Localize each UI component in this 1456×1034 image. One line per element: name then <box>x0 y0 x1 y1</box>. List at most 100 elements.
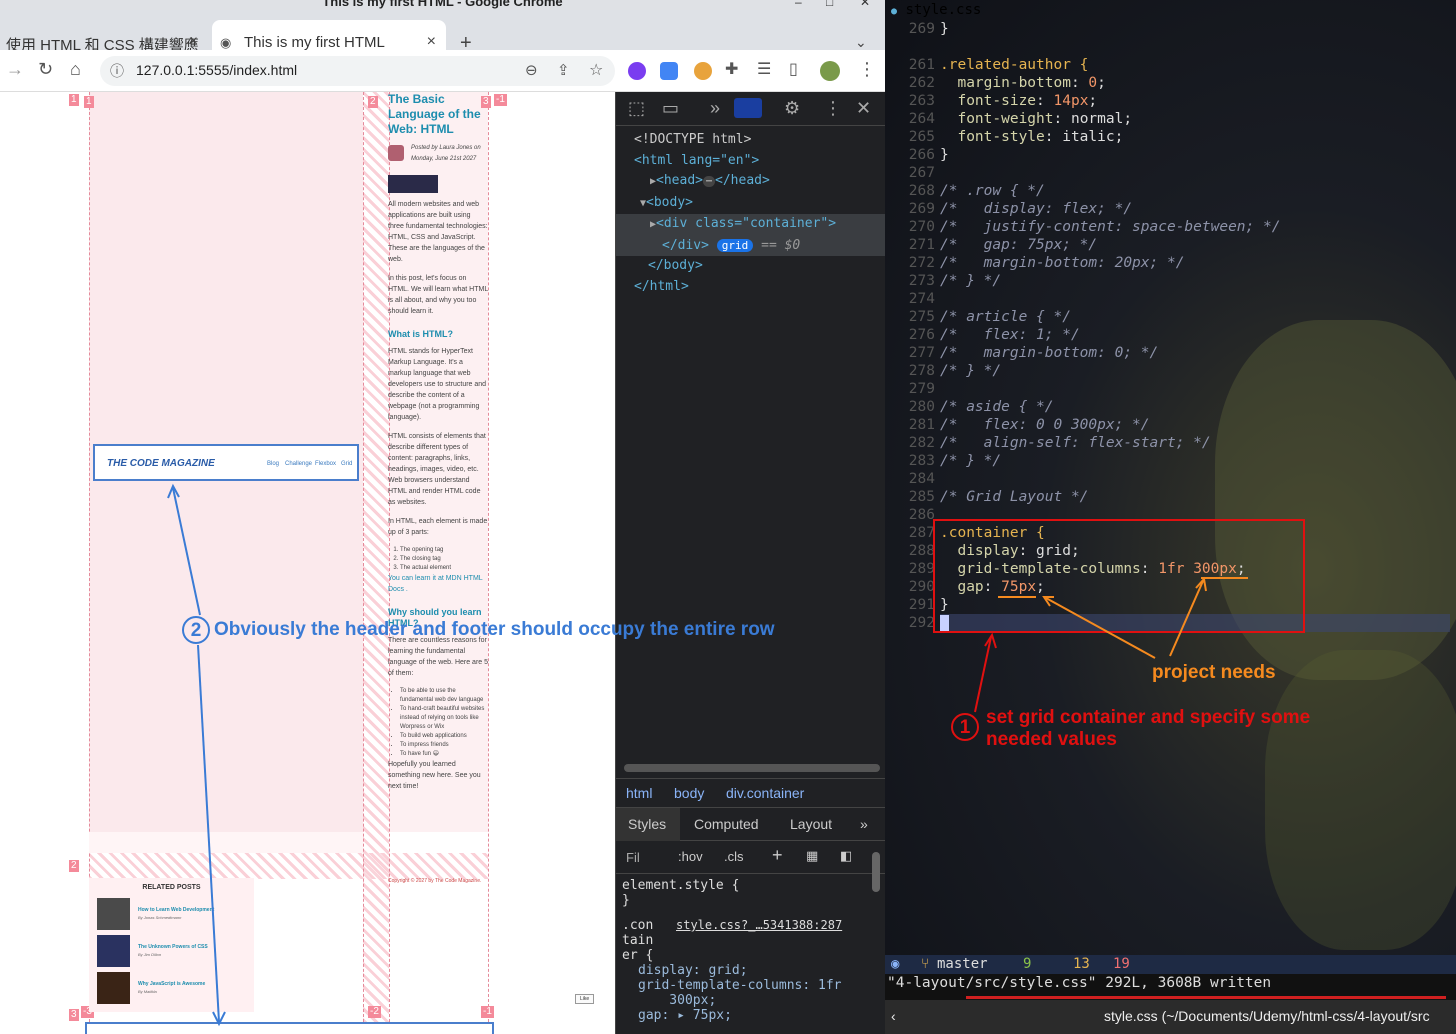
tab-search-chevron-icon[interactable]: ⌄ <box>855 34 867 51</box>
puzzle-icon[interactable]: ✚ <box>725 59 738 79</box>
code-line[interactable]: /* .row { */ <box>940 182 1045 200</box>
author-line: Posted by Laura Jones on Monday, June 21… <box>411 145 481 162</box>
code-line[interactable]: /* margin-bottom: 20px; */ <box>940 254 1184 272</box>
device-toggle-icon[interactable]: ▭ <box>662 98 679 119</box>
settings-gear-icon[interactable]: ⚙ <box>784 98 800 119</box>
tab-styles[interactable]: Styles <box>616 808 680 841</box>
dom-head[interactable]: ▶<head> ⋯ </head> <box>634 171 885 193</box>
mdn-link[interactable]: You can learn it at MDN HTML Docs . <box>388 573 488 595</box>
close-icon[interactable]: ✕ <box>856 98 871 119</box>
vertical-scrollbar[interactable] <box>872 852 880 892</box>
issues-icon[interactable] <box>734 98 762 118</box>
dom-doctype[interactable]: <!DOCTYPE html> <box>634 130 885 151</box>
back-chevron-icon[interactable]: ‹ <box>891 1008 896 1024</box>
post-thumbnail <box>97 935 130 967</box>
code-line[interactable]: /* Grid Layout */ <box>940 488 1088 506</box>
decl-display[interactable]: display: grid; <box>622 963 872 978</box>
zoom-icon[interactable]: ⊖ <box>525 61 538 79</box>
nav-link-challenge[interactable]: Challenge <box>285 461 312 467</box>
tab-more[interactable]: » <box>860 816 868 832</box>
kebab-menu-icon[interactable]: ⋮ <box>824 98 842 119</box>
code-line[interactable]: /* } */ <box>940 452 1001 470</box>
post-title[interactable]: The Unknown Powers of CSS <box>138 944 208 950</box>
code-line[interactable]: } <box>940 146 949 164</box>
paint-icon[interactable]: ▦ <box>806 848 818 864</box>
close-window-icon[interactable]: ✕ <box>860 0 870 9</box>
translate-icon[interactable] <box>660 62 678 80</box>
tab-computed[interactable]: Computed <box>694 816 759 832</box>
code-line[interactable]: /* } */ <box>940 272 1001 290</box>
crumb-body[interactable]: body <box>674 785 704 801</box>
close-tab-icon[interactable]: × <box>427 33 436 51</box>
close-tab-icon[interactable]: × <box>189 33 198 51</box>
grid-badge[interactable]: grid <box>716 238 754 252</box>
code-line[interactable]: /* } */ <box>940 362 1001 380</box>
media-icon[interactable]: ☰ <box>757 59 771 79</box>
related-post[interactable]: Why JavaScript is Awesome By Matilda <box>97 972 247 1004</box>
code-line[interactable]: margin-bottom: 0; <box>940 74 1105 92</box>
avatar[interactable] <box>820 61 840 81</box>
dom-body-close[interactable]: </body> <box>634 256 885 277</box>
dom-html[interactable]: <html lang="en"> <box>634 151 885 172</box>
container-rule[interactable]: .con tain er {style.css?_…5341388:287 <box>622 918 872 963</box>
cls-button[interactable]: .cls <box>724 849 744 864</box>
decl-gap[interactable]: gap: ▸ 75px; <box>622 1008 872 1023</box>
dom-html-close[interactable]: </html> <box>634 277 885 298</box>
nav-link-grid[interactable]: Grid <box>341 461 352 467</box>
code-line[interactable]: /* flex: 0 0 300px; */ <box>940 416 1150 434</box>
code-line[interactable]: /* display: flex; */ <box>940 200 1132 218</box>
new-rule-button[interactable]: + <box>772 845 783 866</box>
sidebar-toggle-icon[interactable]: ◧ <box>840 848 852 864</box>
line-number: 269 <box>908 21 935 37</box>
code-line[interactable]: /* flex: 1; */ <box>940 326 1080 344</box>
element-style-rule[interactable]: element.style { <box>622 878 872 893</box>
forward-icon[interactable]: → <box>6 59 24 80</box>
code-line[interactable]: /* margin-bottom: 0; */ <box>940 344 1158 362</box>
horizontal-scrollbar[interactable] <box>624 764 880 772</box>
info-icon[interactable]: ⓘ <box>110 61 124 81</box>
more-tabs-icon[interactable]: » <box>710 98 720 119</box>
crumb-html[interactable]: html <box>626 785 652 801</box>
cookie-icon[interactable] <box>694 62 712 80</box>
expand-arrow-icon[interactable]: ▶ <box>634 219 656 230</box>
hov-button[interactable]: :hov <box>678 849 703 864</box>
decl-grid-template-columns[interactable]: grid-template-columns: 1fr 300px; <box>622 978 872 1008</box>
code-line[interactable]: font-style: italic; <box>940 128 1123 146</box>
side-panel-icon[interactable]: ▯ <box>789 59 798 79</box>
tab-layout[interactable]: Layout <box>790 816 832 832</box>
address-bar[interactable]: ⓘ 127.0.0.1:5555/index.html ⊖ ⇪ ☆ <box>100 56 615 86</box>
maximize-icon[interactable]: □ <box>826 0 833 9</box>
nav-link-flexbox[interactable]: Flexbox <box>315 461 336 467</box>
code-line[interactable]: /* justify-content: space-between; */ <box>940 218 1280 236</box>
inspect-icon[interactable]: ⬚ <box>628 98 645 119</box>
filter-input[interactable]: Fil <box>626 850 640 865</box>
dom-body[interactable]: ▼<body> <box>634 193 885 215</box>
related-post[interactable]: How to Learn Web Development By Jonas Sch… <box>97 898 247 930</box>
share-icon[interactable]: ⇪ <box>557 61 570 79</box>
minimize-icon[interactable]: – <box>795 0 802 9</box>
post-title[interactable]: Why JavaScript is Awesome <box>138 981 205 987</box>
code-line[interactable]: /* gap: 75px; */ <box>940 236 1097 254</box>
site-logo[interactable]: THE CODE MAGAZINE <box>107 458 215 469</box>
code-line[interactable]: font-size: 14px; <box>940 92 1097 110</box>
terminal-tab-bar: ‹ style.css (~/Documents/Udemy/html-css/… <box>885 1000 1456 1034</box>
nav-link-blog[interactable]: Blog <box>267 461 279 467</box>
related-post[interactable]: The Unknown Powers of CSS By Jim Dillon <box>97 935 247 967</box>
code-line[interactable]: /* align-self: flex-start; */ <box>940 434 1211 452</box>
post-title[interactable]: How to Learn Web Development <box>138 907 214 913</box>
kebab-menu-icon[interactable]: ⋮ <box>858 59 876 80</box>
reload-icon[interactable]: ↻ <box>38 59 53 80</box>
extension-icon[interactable] <box>628 62 646 80</box>
like-button[interactable]: Like <box>575 994 595 1004</box>
home-icon[interactable]: ⌂ <box>70 59 81 80</box>
code-line[interactable]: /* aside { */ <box>940 398 1054 416</box>
rule-source-link[interactable]: style.css?_…5341388:287 <box>676 918 842 933</box>
crumb-div-container[interactable]: div.container <box>726 785 804 801</box>
code-line[interactable]: /* article { */ <box>940 308 1071 326</box>
code-line[interactable]: .related-author { <box>940 56 1088 74</box>
ellipsis-icon[interactable]: ⋯ <box>703 176 716 187</box>
code-line[interactable]: } <box>940 20 949 38</box>
code-line[interactable]: font-weight: normal; <box>940 110 1132 128</box>
bookmark-star-icon[interactable]: ☆ <box>589 60 603 80</box>
dom-container-selected[interactable]: ▶<div class="container"> </div> grid == $… <box>616 214 885 256</box>
